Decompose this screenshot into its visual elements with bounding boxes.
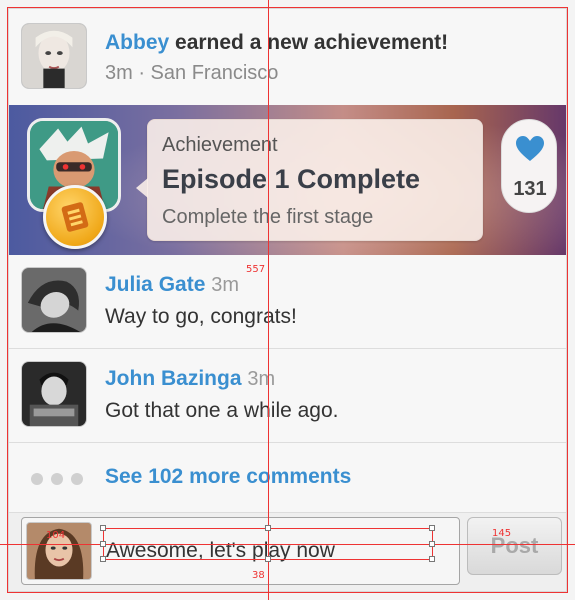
heart-icon [516,136,544,161]
achievement-title: Episode 1 Complete [162,164,421,194]
activity-headline: Abbey earned a new achievement! [105,31,448,55]
achievement-banner: Achievement Episode 1 Complete Complete … [9,105,566,255]
guide-line-left [7,7,8,593]
achievement-label: Achievement [162,134,278,156]
avatar-image [22,268,86,332]
resize-handle [100,556,106,562]
measure-label-right: 145 [492,528,512,539]
achievement-callout[interactable]: Achievement Episode 1 Complete Complete … [136,119,483,241]
guide-line-bottom [7,592,568,593]
comment-item: Julia Gate 3m Way to go, congrats! [9,255,566,349]
comment-author-link[interactable]: Julia Gate [105,273,205,296]
resize-handle [429,541,435,547]
comment-composer: Post [9,513,566,591]
measure-label-left: 104 [46,530,66,541]
badge-icon [43,185,107,249]
resize-handle [429,556,435,562]
like-button[interactable]: 131 [501,119,557,213]
comment-header: Julia Gate 3m [105,273,239,297]
avatar[interactable] [21,361,87,427]
resize-handle [100,525,106,531]
resize-handle [100,541,106,547]
activity-card: Abbey earned a new achievement! 3m · San… [8,8,567,592]
comment-time: 3m [247,368,276,390]
measure-label-height: 38 [252,570,265,581]
activity-meta: 3m · San Francisco [105,62,279,84]
dot [31,473,43,485]
avatar[interactable] [21,267,87,333]
avatar-image [22,362,86,426]
more-comments-link[interactable]: See 102 more comments [105,465,351,489]
dot [71,473,83,485]
post-button[interactable]: Post [467,517,562,575]
resize-handle [265,556,271,562]
comment-header: John Bazinga 3m [105,367,275,391]
guide-line-center-horizontal [0,544,575,545]
user-name-link[interactable]: Abbey [105,31,169,54]
like-count: 131 [513,178,547,200]
avatar[interactable] [21,23,87,89]
more-comments-row[interactable]: See 102 more comments [9,443,566,513]
measure-label-width: 557 [246,264,266,275]
comment-text: Got that one a while ago. [105,399,339,422]
activity-header: Abbey earned a new achievement! 3m · San… [9,9,566,105]
dot [51,473,63,485]
comment-item: John Bazinga 3m Got that one a while ago… [9,349,566,443]
guide-line-top [7,7,568,8]
guide-line-right [567,7,568,593]
resize-handle [265,525,271,531]
comment-author-link[interactable]: John Bazinga [105,367,242,390]
ellipsis-icon [31,473,83,485]
avatar-image [22,24,86,88]
resize-handle [429,525,435,531]
activity-action-text: earned a new achievement! [169,31,449,54]
comment-input[interactable] [106,536,446,566]
comment-time: 3m [211,274,240,296]
guide-line-center-vertical [268,0,269,600]
